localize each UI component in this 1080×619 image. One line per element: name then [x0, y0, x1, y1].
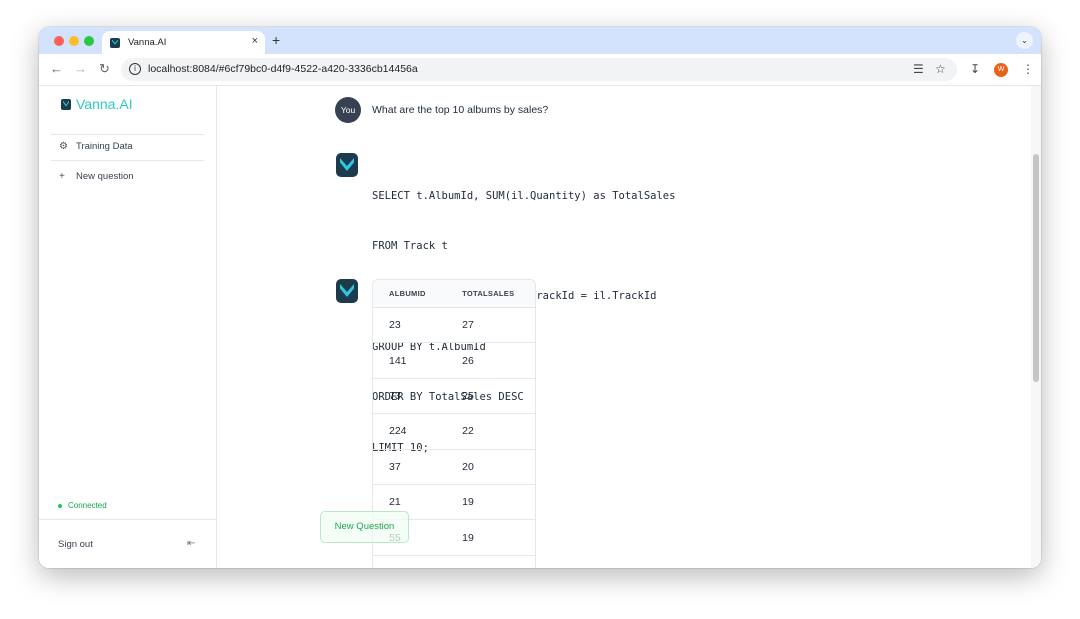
sidebar-divider [39, 519, 217, 520]
scrollbar-thumb[interactable] [1033, 154, 1039, 382]
reload-icon[interactable]: ↻ [99, 62, 110, 76]
sql-line: SELECT t.AlbumId, SUM(il.Quantity) as To… [372, 189, 676, 202]
sidebar-item-label: Training Data [76, 141, 133, 152]
site-info-icon[interactable]: i [129, 63, 141, 75]
connection-status: Connected [58, 501, 107, 510]
status-text: Connected [68, 501, 107, 510]
brand-name: Vanna.AI [76, 96, 133, 112]
vanna-bot-avatar-icon [336, 279, 358, 303]
sidebar: Vanna.AI ⚙ Training Data + New question … [39, 86, 217, 568]
sidebar-item-new-question[interactable]: + New question [59, 171, 134, 182]
plus-icon: + [59, 171, 65, 182]
table-cell: 21 [389, 496, 401, 509]
table-row: 23 27 [373, 308, 535, 344]
table-cell: 26 [462, 354, 474, 367]
user-avatar: You [335, 97, 361, 123]
more-menu-icon[interactable]: ⋮ [1022, 62, 1034, 76]
sql-line: FROM Track t [372, 239, 448, 252]
tab-title: Vanna.AI [128, 37, 167, 48]
vanna-favicon-icon [110, 37, 120, 48]
forward-arrow-icon[interactable]: → [74, 62, 87, 76]
table-cell: 20 [462, 460, 474, 473]
table-row: 73 25 [373, 379, 535, 415]
url-text[interactable]: localhost:8084/#6cf79bc0-d4f9-4522-a420-… [148, 63, 418, 75]
new-question-button[interactable]: New Question [320, 511, 409, 543]
back-arrow-icon[interactable]: ← [50, 62, 63, 76]
tab-close-icon[interactable]: × [252, 35, 258, 47]
maximize-window-button[interactable] [84, 36, 94, 46]
table-cell: 73 [389, 389, 401, 402]
column-header[interactable]: ALBUMID [373, 289, 447, 298]
profile-avatar[interactable]: W [994, 63, 1008, 77]
table-cell: 141 [389, 354, 407, 367]
training-data-icon: ⚙ [59, 141, 68, 152]
address-bar[interactable]: i localhost:8084/#6cf79bc0-d4f9-4522-a42… [121, 58, 957, 81]
sidebar-divider [51, 160, 204, 161]
table-cell: 19 [462, 496, 474, 509]
close-window-button[interactable] [54, 36, 64, 46]
status-dot-icon [58, 503, 62, 508]
column-header[interactable]: TOTALSALES [447, 289, 535, 298]
sidebar-item-label: New question [76, 171, 134, 182]
translate-icon[interactable]: ☰ [913, 62, 924, 76]
table-cell: 27 [462, 319, 474, 332]
table-header: ALBUMID TOTALSALES [373, 280, 535, 308]
sidebar-divider [51, 134, 204, 135]
table-cell: 22 [462, 425, 474, 438]
browser-tab[interactable]: Vanna.AI × [102, 31, 265, 54]
tab-strip: Vanna.AI × + ⌄ [39, 27, 1041, 54]
table-row: 224 22 [373, 414, 535, 450]
vanna-logo-icon [61, 98, 71, 110]
table-cell: 37 [389, 460, 401, 473]
tab-search-chevron-icon[interactable]: ⌄ [1016, 32, 1033, 49]
bookmark-star-icon[interactable]: ☆ [935, 62, 946, 76]
table-cell: 23 [389, 319, 401, 332]
minimize-window-button[interactable] [69, 36, 79, 46]
browser-toolbar: ← → ↻ i localhost:8084/#6cf79bc0-d4f9-45… [39, 54, 1041, 86]
page: Vanna.AI ⚙ Training Data + New question … [39, 86, 1041, 568]
vanna-bot-avatar-icon [336, 153, 358, 177]
chat-area: You What are the top 10 albums by sales?… [217, 86, 1031, 568]
table-row [373, 556, 535, 568]
browser-window: Vanna.AI × + ⌄ ← → ↻ i localhost:8084/#6… [39, 27, 1041, 568]
table-cell: 224 [389, 425, 407, 438]
sign-out-button[interactable]: Sign out [58, 539, 93, 550]
brand[interactable]: Vanna.AI [61, 96, 133, 112]
download-icon[interactable]: ↧ [970, 62, 980, 76]
table-cell: 25 [462, 389, 474, 402]
table-row: 37 20 [373, 450, 535, 485]
user-question: What are the top 10 albums by sales? [372, 104, 549, 116]
sidebar-item-training-data[interactable]: ⚙ Training Data [59, 141, 133, 152]
sign-out-icon[interactable]: ⇤ [187, 538, 195, 549]
table-cell: 19 [462, 531, 474, 544]
new-tab-button[interactable]: + [272, 32, 280, 48]
table-row: 141 26 [373, 343, 535, 379]
